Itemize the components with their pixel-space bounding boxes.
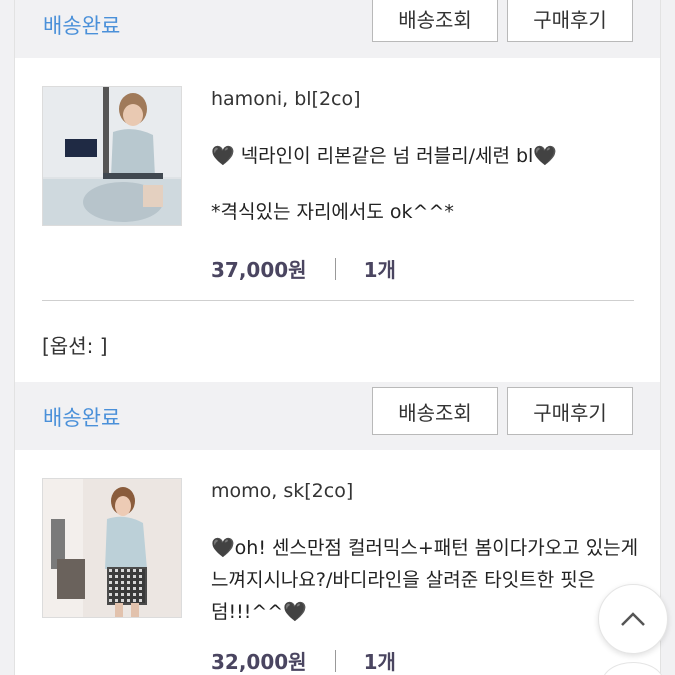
price-row: 32,000원 1개	[211, 646, 396, 675]
write-review-button[interactable]: 구매후기	[507, 0, 633, 42]
price-separator	[334, 649, 336, 672]
product-thumbnail[interactable]	[42, 478, 182, 618]
track-delivery-button[interactable]: 배송조회	[372, 387, 498, 435]
order-header: 배송완료 배송조회 구매후기	[14, 382, 661, 450]
order-header: 배송완료 배송조회 구매후기	[14, 0, 661, 58]
order-status: 배송완료	[43, 406, 121, 430]
product-photo	[43, 479, 181, 617]
write-review-button[interactable]: 구매후기	[507, 387, 633, 435]
product-price: 32,000원	[211, 650, 307, 674]
product-description-2: *격식있는 자리에서도 ok^^*	[211, 201, 454, 223]
product-price: 37,000원	[211, 258, 307, 282]
scroll-top-button[interactable]	[598, 584, 668, 654]
product-name[interactable]: momo, sk[2co]	[211, 480, 353, 502]
track-delivery-button[interactable]: 배송조회	[372, 0, 498, 42]
product-thumbnail[interactable]	[42, 86, 182, 226]
product-photo	[43, 87, 181, 225]
price-separator	[334, 257, 336, 280]
product-option: [옵션: ]	[42, 334, 108, 358]
item-divider	[42, 300, 634, 301]
product-description: 🖤oh! 센스만점 컬러믹스+패턴 봄이다가오고 있는게 느껴지시나요?/바디라…	[211, 537, 639, 623]
price-row: 37,000원 1개	[211, 254, 396, 283]
product-name[interactable]: hamoni, bl[2co]	[211, 88, 361, 110]
order-status: 배송완료	[43, 14, 121, 38]
product-quantity: 1개	[363, 258, 396, 282]
product-description: 🖤 넥라인이 리본같은 넘 러블리/세련 bl🖤	[211, 145, 557, 167]
chevron-up-icon	[621, 612, 645, 626]
product-quantity: 1개	[363, 650, 396, 674]
